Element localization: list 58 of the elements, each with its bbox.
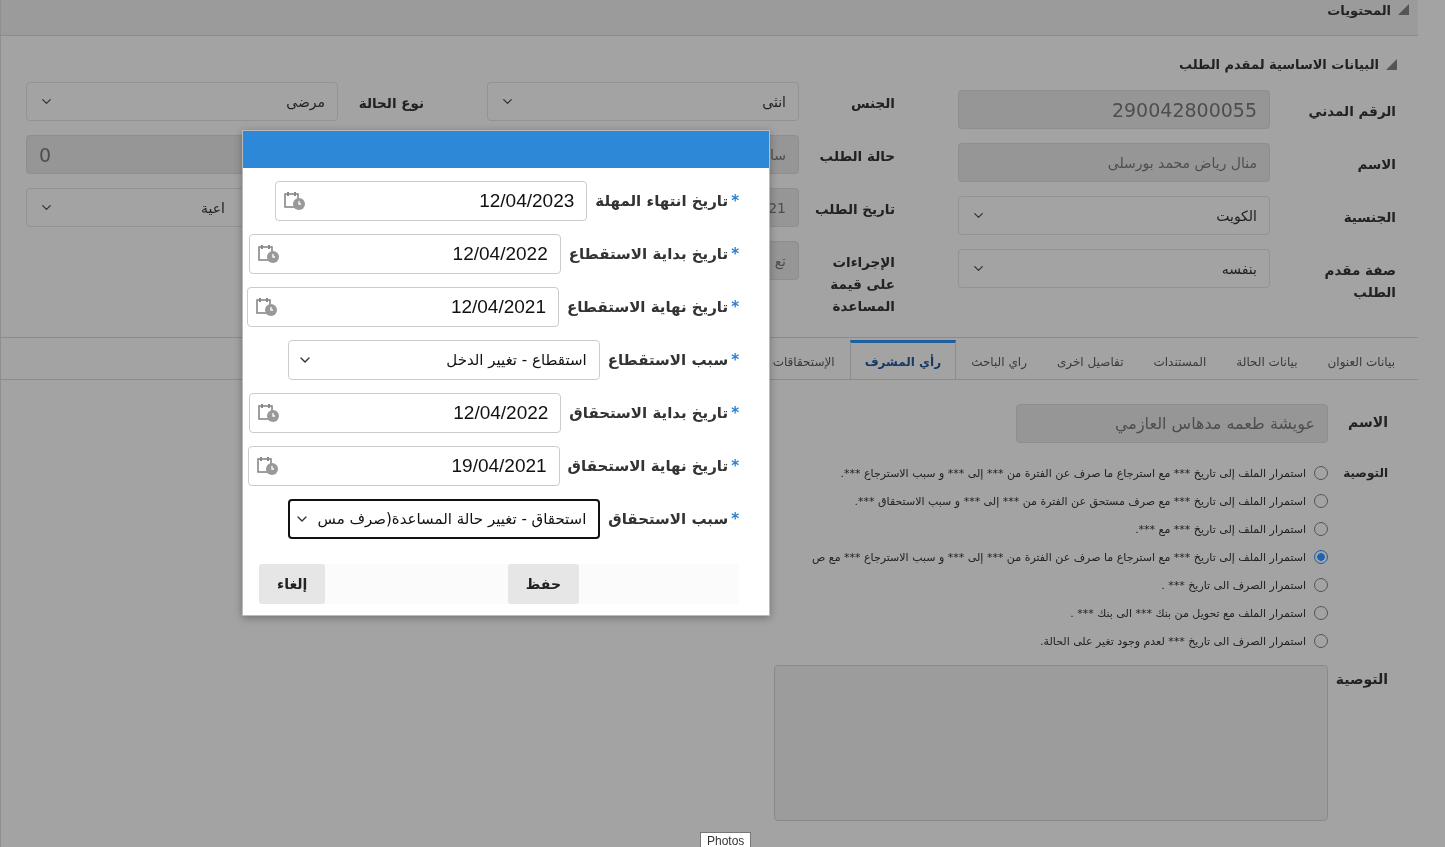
calendar-icon[interactable] bbox=[284, 191, 307, 211]
required-mark: * bbox=[731, 298, 739, 316]
section-title: البيانات الاساسية لمقدم الطلب bbox=[1178, 57, 1379, 72]
date-field[interactable]: 12/04/2022 bbox=[248, 234, 561, 274]
collapse-triangle-icon[interactable] bbox=[1385, 58, 1398, 71]
save-button[interactable]: حفظ bbox=[507, 564, 579, 604]
radio-label: استمرار الملف إلى تاريخ *** مع ***. bbox=[1135, 522, 1306, 536]
field-label: الجنسية bbox=[1342, 208, 1396, 227]
required-mark: * bbox=[731, 510, 739, 528]
field-label: سبب الاستقطاع bbox=[607, 351, 729, 369]
dropdown[interactable]: انثى bbox=[487, 82, 799, 121]
field-label: سبب الاستحقاق bbox=[608, 510, 729, 528]
field-label: نوع الحالة bbox=[357, 94, 424, 113]
field-label: التوصية bbox=[1342, 466, 1388, 480]
field-label: تاريخ انتهاء المهلة bbox=[595, 192, 729, 210]
field-label: الاسم bbox=[1356, 155, 1396, 174]
radio-label: استمرار الصرف الى تاريخ *** . bbox=[1161, 578, 1306, 592]
field-label: الرقم المدني bbox=[1307, 102, 1396, 121]
date-field[interactable]: 12/04/2022 bbox=[249, 393, 562, 433]
radio-label: استمرار الملف إلى تاريخ *** مع صرف مستحق عن الفترة من *** إلى *** و سبب الاستحقاق ***. bbox=[854, 494, 1306, 508]
field-label: الإجراءات على قيمة المساعدة bbox=[829, 253, 895, 316]
field-label: صفة مقدم الطلب bbox=[1323, 261, 1396, 302]
contents-header: المحتويات bbox=[1327, 3, 1391, 18]
date-field[interactable]: 12/04/2023 bbox=[275, 181, 588, 221]
dropdown[interactable]: بنفسه bbox=[958, 249, 1270, 288]
tooltip: Photos bbox=[700, 832, 752, 847]
field-label: تاريخ بداية الاستحقاق bbox=[569, 404, 729, 422]
required-mark: * bbox=[731, 192, 739, 210]
field-label: التوصية bbox=[1336, 670, 1388, 687]
date-field[interactable]: 12/04/2021 bbox=[247, 287, 559, 327]
required-mark: * bbox=[731, 351, 739, 369]
field-label: تاريخ نهاية الاستقطاع bbox=[567, 298, 729, 316]
required-mark: * bbox=[731, 457, 739, 475]
field-label: تاريخ الطلب bbox=[813, 200, 895, 219]
required-mark: * bbox=[731, 404, 739, 422]
date-field[interactable]: 19/04/2021 bbox=[247, 446, 560, 486]
calendar-icon[interactable] bbox=[257, 244, 280, 264]
calendar-icon[interactable] bbox=[256, 456, 279, 476]
field-label: الجنس bbox=[849, 94, 895, 113]
tab[interactable]: رأي المشرف bbox=[849, 340, 957, 380]
collapse-triangle-icon[interactable] bbox=[1397, 3, 1410, 16]
dropdown[interactable]: مرضى bbox=[26, 82, 338, 121]
dropdown[interactable]: استحقاق - تغيير حالة المساعدة(صرف مس bbox=[288, 499, 601, 539]
calendar-icon[interactable] bbox=[258, 403, 281, 423]
field-label: حالة الطلب bbox=[818, 147, 895, 166]
dropdown[interactable]: استقطاع - تغيير الدخل bbox=[287, 340, 600, 380]
field-label: تاريخ بداية الاستقطاع bbox=[568, 245, 729, 263]
cancel-button[interactable]: إلغاء bbox=[259, 564, 326, 604]
radio-label: استمرار الملف إلى تاريخ *** مع استرجاع ما صرف عن الفترة من *** إلى *** و سبب الاسترجاع ***. bbox=[840, 466, 1306, 480]
field-label: تاريخ نهاية الاستحقاق bbox=[567, 457, 729, 475]
radio-label: استمرار الملف مع تحويل من بنك *** الى بنك *** . bbox=[1070, 606, 1306, 620]
required-mark: * bbox=[731, 245, 739, 263]
field-label: الاسم bbox=[1347, 413, 1388, 430]
dropdown[interactable]: الكويت bbox=[958, 196, 1270, 235]
radio-button[interactable] bbox=[1314, 550, 1328, 564]
calendar-icon[interactable] bbox=[256, 297, 278, 317]
radio-label: استمرار الملف إلى تاريخ *** مع استرجاع ما صرف عن الفترة من *** إلى *** و سبب الاسترجاع *** مع ص bbox=[812, 550, 1306, 564]
radio-label: استمرار الصرف الى تاريخ *** لعدم وجود تغير على الحالة. bbox=[1040, 634, 1306, 648]
